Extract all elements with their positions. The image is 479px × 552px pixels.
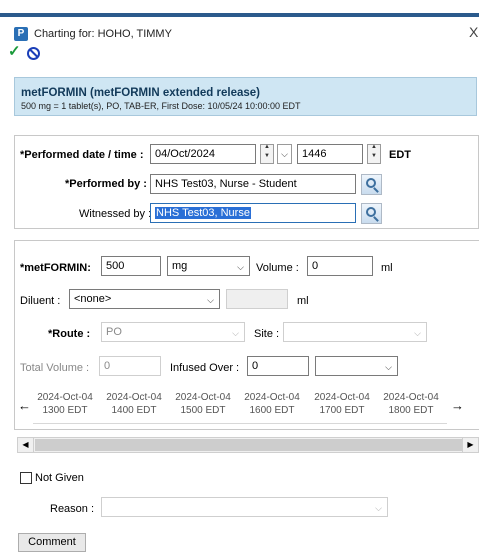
date-picker-button[interactable]: ⌵	[277, 144, 292, 164]
performed-date-field[interactable]: 04/Oct/2024	[150, 144, 256, 164]
total-volume-label: Total Volume :	[20, 362, 90, 374]
reason-select: ⌵	[101, 497, 388, 517]
infused-over-field[interactable]: 0	[247, 356, 309, 376]
site-label: Site :	[254, 328, 280, 340]
diluent-unit-label: ml	[297, 295, 309, 307]
app-logo: P	[14, 27, 28, 41]
timeline-date: 2024-Oct-04	[37, 392, 93, 403]
accent-strip	[0, 13, 479, 17]
dose-unit-value: mg	[172, 260, 188, 272]
timeline-column-1300[interactable]: 2024-Oct-04 1300 EDT	[33, 391, 97, 417]
chevron-down-icon: ⌵	[232, 328, 239, 338]
timeline-time: 1600 EDT	[249, 405, 295, 416]
order-details: 500 mg = 1 tablet(s), PO, TAB-ER, First …	[21, 101, 301, 111]
chevron-down-icon: ⌵	[414, 328, 421, 338]
timeline-time: 1500 EDT	[180, 405, 226, 416]
timeline-time: 1800 EDT	[388, 405, 434, 416]
witnessed-by-value: NHS Test03, Nurse	[155, 207, 251, 219]
timeline-column-1700[interactable]: 2024-Oct-04 1700 EDT	[310, 391, 374, 417]
timeline-date: 2024-Oct-04	[314, 392, 370, 403]
cancel-icon[interactable]	[27, 47, 40, 60]
drug-dose-label: *metFORMIN:	[20, 262, 91, 274]
timezone-label: EDT	[389, 149, 411, 161]
route-select: PO ⌵	[101, 322, 245, 342]
performed-by-field[interactable]: NHS Test03, Nurse - Student	[150, 174, 356, 194]
timeline-date: 2024-Oct-04	[383, 392, 439, 403]
total-volume-field: 0	[99, 356, 161, 376]
chevron-down-icon: ⌵	[237, 262, 244, 272]
timeline-date: 2024-Oct-04	[244, 392, 300, 403]
order-name: metFORMIN (metFORMIN extended release)	[21, 87, 260, 99]
witnessed-by-field[interactable]: NHS Test03, Nurse	[150, 203, 356, 223]
chevron-down-icon: ⌵	[385, 362, 392, 372]
top-accent-bar	[0, 0, 479, 19]
diluent-value: <none>	[74, 293, 112, 305]
infused-over-unit-select[interactable]: ⌵	[315, 356, 398, 376]
witnessed-by-label: Witnessed by :	[79, 208, 152, 220]
date-spinner[interactable]	[260, 144, 274, 164]
magnifier-handle	[373, 187, 379, 193]
site-select: ⌵	[283, 322, 427, 342]
timeline-time: 1700 EDT	[319, 405, 365, 416]
diluent-label: Diluent :	[20, 295, 61, 307]
timeline-column-1600[interactable]: 2024-Oct-04 1600 EDT	[240, 391, 304, 417]
dose-field[interactable]: 500	[101, 256, 161, 276]
comment-button[interactable]: Comment	[18, 533, 86, 552]
performed-by-search-icon[interactable]	[361, 174, 382, 195]
magnifier-handle	[373, 216, 379, 222]
route-value: PO	[106, 326, 122, 338]
scroll-right-icon[interactable]: ▶	[462, 438, 478, 452]
reason-label: Reason :	[50, 503, 95, 515]
infused-over-label: Infused Over :	[170, 362, 240, 374]
timeline-date: 2024-Oct-04	[106, 392, 162, 403]
scroll-left-icon[interactable]: ◀	[18, 438, 34, 452]
timeline-column-1500[interactable]: 2024-Oct-04 1500 EDT	[171, 391, 235, 417]
chevron-down-icon: ⌵	[207, 295, 214, 305]
diluent-volume-field	[226, 289, 288, 309]
timeline-column-1800[interactable]: 2024-Oct-04 1800 EDT	[379, 391, 443, 417]
timeline-column-1400[interactable]: 2024-Oct-04 1400 EDT	[102, 391, 166, 417]
chevron-down-icon: ⌵	[375, 503, 382, 513]
dose-unit-select[interactable]: mg ⌵	[167, 256, 250, 276]
not-given-checkbox[interactable]	[20, 472, 32, 484]
timeline-time: 1400 EDT	[111, 405, 157, 416]
window-titlebar: P Charting for: HOHO, TIMMY X	[0, 19, 479, 45]
timeline-divider	[33, 423, 447, 424]
not-given-label: Not Given	[35, 472, 84, 484]
window-title: Charting for: HOHO, TIMMY	[34, 28, 172, 40]
timeline-date: 2024-Oct-04	[175, 392, 231, 403]
timeline-left-arrow-icon[interactable]: ←	[18, 398, 31, 413]
volume-label: Volume :	[256, 262, 299, 274]
route-label: *Route :	[48, 328, 91, 340]
checkmark-icon[interactable]: ✓	[8, 44, 21, 60]
timeline-right-arrow-icon[interactable]: →	[451, 398, 464, 413]
order-summary: metFORMIN (metFORMIN extended release) 5…	[14, 77, 477, 116]
volume-field[interactable]: 0	[307, 256, 373, 276]
diluent-select[interactable]: <none> ⌵	[69, 289, 220, 309]
witnessed-by-search-icon[interactable]	[361, 203, 382, 224]
volume-unit-label: ml	[381, 262, 393, 274]
close-icon[interactable]: X	[469, 24, 478, 40]
scroll-thumb[interactable]	[35, 439, 463, 451]
performed-by-label: *Performed by :	[65, 178, 147, 190]
performed-time-field[interactable]: 1446	[297, 144, 363, 164]
timeline-time: 1300 EDT	[42, 405, 88, 416]
time-spinner[interactable]	[367, 144, 381, 164]
performed-date-label: *Performed date / time :	[20, 149, 144, 161]
timeline-scrollbar[interactable]: ◀ ▶	[17, 437, 479, 453]
